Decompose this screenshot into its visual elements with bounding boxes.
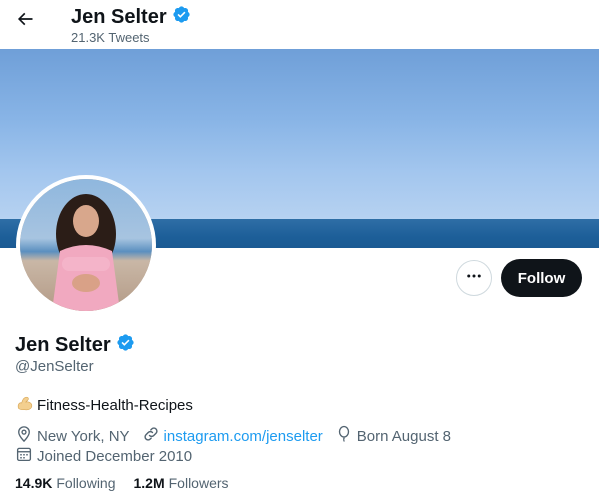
- verified-badge-icon: [116, 333, 135, 358]
- location-item: New York, NY: [15, 425, 130, 447]
- link-icon: [142, 425, 160, 447]
- back-button[interactable]: [12, 8, 38, 34]
- location-text: New York, NY: [37, 427, 130, 445]
- profile-handle: @JenSelter: [15, 358, 94, 375]
- profile-name: Jen Selter: [15, 333, 135, 358]
- following-label: Following: [56, 475, 116, 491]
- profile-joined-row: Joined December 2010: [15, 445, 204, 467]
- follow-button[interactable]: Follow: [501, 259, 582, 297]
- profile-name-text: Jen Selter: [15, 334, 111, 356]
- joined-item: Joined December 2010: [15, 445, 192, 467]
- following-count: 14.9K: [15, 475, 53, 491]
- balloon-icon: [335, 425, 353, 447]
- location-pin-icon: [15, 425, 33, 447]
- header-name-text: Jen Selter: [71, 6, 167, 28]
- joined-text: Joined December 2010: [37, 447, 193, 465]
- following-link[interactable]: 14.9K Following: [15, 475, 116, 491]
- profile-bio: Fitness-Health-Recipes: [15, 393, 193, 417]
- more-options-button[interactable]: [456, 260, 492, 296]
- profile-meta-row: New York, NY instagram.com/jenselter Bor…: [15, 425, 463, 447]
- header-title: Jen Selter: [71, 5, 191, 30]
- website-item[interactable]: instagram.com/jenselter: [142, 425, 323, 447]
- followers-link[interactable]: 1.2M Followers: [134, 475, 229, 491]
- birthday-text: Born August 8: [356, 427, 452, 445]
- verified-badge-icon: [172, 5, 191, 30]
- calendar-icon: [15, 445, 33, 467]
- bio-text: Fitness-Health-Recipes: [37, 396, 193, 414]
- followers-count: 1.2M: [133, 475, 165, 491]
- birthday-item: Born August 8: [335, 425, 451, 447]
- website-link[interactable]: instagram.com/jenselter: [164, 428, 323, 445]
- tweet-count: 21.3K Tweets: [71, 30, 150, 45]
- profile-header-bar: Jen Selter 21.3K Tweets: [0, 0, 599, 49]
- more-icon: [465, 267, 483, 290]
- followers-label: Followers: [168, 475, 229, 491]
- back-arrow-icon: [15, 9, 35, 34]
- profile-stats: 14.9K Following 1.2M Followers: [15, 475, 229, 491]
- avatar[interactable]: [16, 175, 156, 315]
- flexed-biceps-emoji: [15, 393, 35, 417]
